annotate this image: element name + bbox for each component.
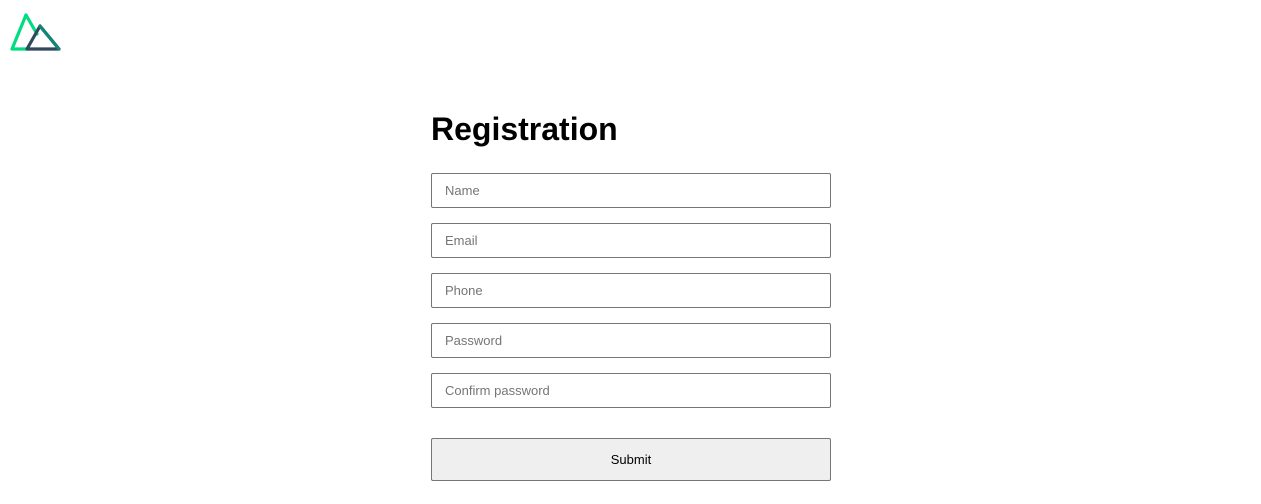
page-title: Registration (431, 111, 618, 147)
registration-form: Registration Submit (431, 108, 831, 481)
nuxt-logo-icon[interactable] (10, 12, 62, 52)
password-input[interactable] (431, 323, 831, 358)
email-input[interactable] (431, 223, 831, 258)
phone-input[interactable] (431, 273, 831, 308)
submit-button[interactable]: Submit (431, 438, 831, 481)
page: Registration Submit (0, 0, 1261, 504)
name-input[interactable] (431, 173, 831, 208)
confirm-password-input[interactable] (431, 373, 831, 408)
